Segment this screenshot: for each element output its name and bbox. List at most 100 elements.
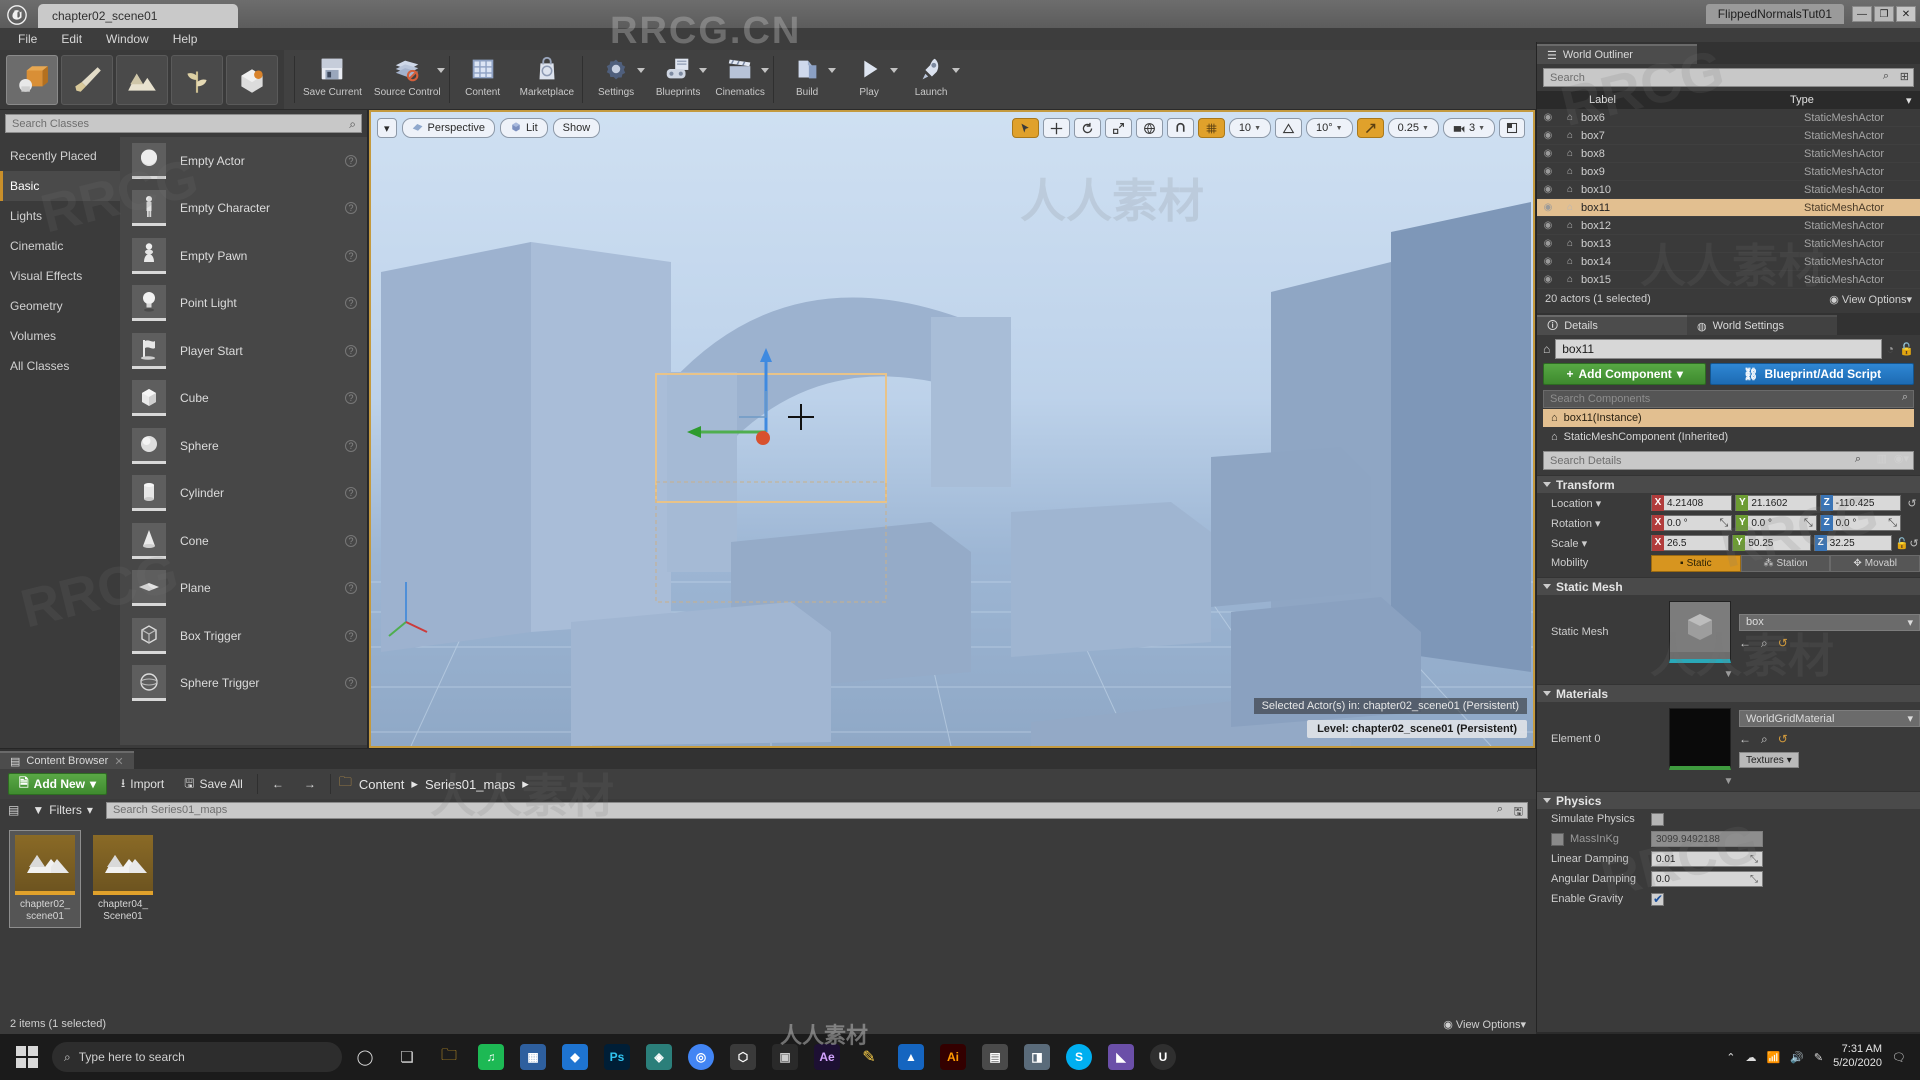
help-icon[interactable]: ?: [345, 154, 357, 167]
add-filter-icon[interactable]: ⊞: [1900, 70, 1909, 83]
section-transform[interactable]: Transform: [1537, 475, 1920, 493]
outliner-view-options[interactable]: ◉ View Options▾: [1829, 293, 1912, 306]
visibility-eye-icon[interactable]: ◉: [1537, 166, 1559, 177]
eye-icon[interactable]: ◉▾: [1894, 452, 1909, 465]
content-search-input[interactable]: Search Series01_maps ⌕ 🖫: [105, 801, 1528, 819]
reset-location-icon[interactable]: ↺: [1904, 497, 1920, 510]
search-components-input[interactable]: Search Components ⌕: [1543, 390, 1914, 408]
spinner-icon[interactable]: ⤡: [1804, 517, 1816, 530]
app-dark-button[interactable]: ▣: [766, 1037, 804, 1077]
browse-asset-icon[interactable]: ⌕: [1761, 636, 1768, 651]
visibility-eye-icon[interactable]: ◉: [1537, 274, 1559, 285]
app-gray-button[interactable]: ▤: [976, 1037, 1014, 1077]
simulate-physics-checkbox[interactable]: [1651, 812, 1664, 826]
list-item[interactable]: Empty Actor ?: [120, 137, 367, 185]
visibility-eye-icon[interactable]: ◉: [1537, 130, 1559, 141]
toolbar-build[interactable]: Build: [776, 50, 838, 109]
static-mesh-expand-icon[interactable]: ▼: [1537, 669, 1920, 680]
app-teal-button[interactable]: ◈: [640, 1037, 678, 1077]
tab-details[interactable]: 🛈 Details: [1537, 315, 1687, 335]
toolbar-source-control[interactable]: Source Control: [368, 50, 447, 109]
chevron-down-icon[interactable]: [952, 68, 961, 73]
scale-x-field[interactable]: X 26.5: [1651, 535, 1730, 551]
breadcrumb-content[interactable]: Content: [359, 777, 405, 792]
visibility-eye-icon[interactable]: ◉: [1537, 202, 1559, 213]
forward-button[interactable]: →: [298, 777, 322, 791]
material-thumbnail[interactable]: [1669, 708, 1731, 770]
file-explorer-button[interactable]: 🗀: [430, 1037, 468, 1077]
outliner-col-label[interactable]: Label: [1589, 94, 1790, 106]
category-visual-effects[interactable]: Visual Effects: [0, 261, 120, 291]
component-row-selected[interactable]: ⌂ box11(Instance): [1543, 409, 1914, 427]
translate-tool-button[interactable]: [1042, 118, 1070, 138]
category-recently-placed[interactable]: Recently Placed: [0, 141, 120, 171]
visibility-eye-icon[interactable]: ◉: [1537, 238, 1559, 249]
material-combo[interactable]: WorldGridMaterial ▾: [1739, 710, 1920, 727]
app-yellow-button[interactable]: ✎: [850, 1037, 888, 1077]
surface-snap-button[interactable]: [1166, 118, 1194, 138]
tray-chevron-icon[interactable]: ⌃: [1726, 1051, 1735, 1064]
content-view-options[interactable]: ◉ View Options▾: [1443, 1018, 1526, 1031]
scale-z-field[interactable]: Z 32.25: [1813, 535, 1892, 551]
help-icon[interactable]: ?: [345, 487, 357, 500]
tab-world-outliner[interactable]: ☰ World Outliner: [1537, 44, 1697, 64]
level-viewport[interactable]: ▾ Perspective Lit Show 10 ▼ 10° ▼ 0.25 ▼…: [369, 110, 1535, 748]
column-view-icon[interactable]: ▥: [1877, 452, 1887, 465]
help-icon[interactable]: ?: [345, 677, 357, 690]
chevron-down-icon[interactable]: [637, 68, 646, 73]
location-label[interactable]: Location ▾: [1551, 497, 1651, 510]
table-row[interactable]: ◉ ⌂ box13 StaticMeshActor: [1537, 235, 1920, 253]
location-x-field[interactable]: X 4.21408: [1651, 495, 1733, 511]
list-item[interactable]: Cylinder ?: [120, 470, 367, 518]
tutorial-tab[interactable]: FlippedNormalsTut01: [1705, 4, 1844, 24]
spotify-button[interactable]: ♫: [472, 1037, 510, 1077]
tab-content-browser[interactable]: ▤ Content Browser ✕: [0, 751, 134, 769]
toolbar-content[interactable]: Content: [452, 50, 514, 109]
viewport-perspective-button[interactable]: Perspective: [401, 118, 496, 138]
spinner-icon[interactable]: ⤡: [1750, 874, 1758, 885]
asset-item-selected[interactable]: chapter02_ scene01: [9, 830, 81, 928]
static-mesh-thumbnail[interactable]: [1669, 601, 1731, 663]
pen-icon[interactable]: ✎: [1814, 1051, 1823, 1064]
actor-name-input[interactable]: box11: [1555, 339, 1882, 359]
start-button[interactable]: [6, 1037, 48, 1077]
use-selected-asset-icon[interactable]: ←: [1739, 636, 1751, 651]
toolbar-blueprints[interactable]: Blueprints: [647, 50, 709, 109]
chevron-down-icon[interactable]: [436, 68, 445, 73]
blueprint-add-script-button[interactable]: ⛓ Blueprint/Add Script: [1710, 363, 1914, 385]
app-purple-button[interactable]: ◣: [1102, 1037, 1140, 1077]
mobility-static-button[interactable]: ▪ Static: [1651, 554, 1741, 572]
cortana-button[interactable]: ◯: [346, 1037, 384, 1077]
geometry-mode-button[interactable]: [226, 54, 278, 105]
list-item[interactable]: Empty Pawn ?: [120, 232, 367, 280]
visibility-eye-icon[interactable]: ◉: [1537, 112, 1559, 123]
camera-speed-control[interactable]: 3 ▼: [1442, 118, 1495, 138]
browse-asset-icon[interactable]: ⌕: [1761, 732, 1768, 747]
close-icon[interactable]: ✕: [114, 755, 123, 768]
table-row[interactable]: ◉ ⌂ box7 StaticMeshActor: [1537, 127, 1920, 145]
grid-snap-toggle[interactable]: [1197, 118, 1225, 138]
chevron-down-icon[interactable]: [699, 68, 708, 73]
table-row[interactable]: ◉ ⌂ box9 StaticMeshActor: [1537, 163, 1920, 181]
list-item[interactable]: Plane ?: [120, 565, 367, 613]
chevron-down-icon[interactable]: [761, 68, 770, 73]
scale-tool-button[interactable]: [1104, 118, 1132, 138]
materials-expand-icon[interactable]: ▼: [1537, 776, 1920, 787]
toolbar-launch[interactable]: Launch: [900, 50, 962, 109]
search-details-input[interactable]: Search Details ⌕ ▥ ◉▾: [1543, 451, 1914, 470]
linear-damping-field[interactable]: 0.01 ⤡: [1651, 851, 1763, 867]
toolbar-cinematics[interactable]: Cinematics: [709, 50, 771, 109]
filters-button[interactable]: ▼ Filters ▾: [26, 803, 99, 817]
dropbox-button[interactable]: ◆: [556, 1037, 594, 1077]
landscape-mode-button[interactable]: [116, 54, 168, 105]
tab-world-settings[interactable]: ◍ World Settings: [1687, 315, 1837, 335]
help-icon[interactable]: ?: [345, 297, 357, 310]
taskbar-clock[interactable]: 7:31 AM 5/20/2020: [1833, 1043, 1882, 1071]
asset-item[interactable]: chapter04_ Scene01: [88, 831, 158, 927]
outliner-col-type[interactable]: Type: [1790, 94, 1906, 106]
chevron-down-icon[interactable]: ▾: [1906, 94, 1920, 107]
rotation-z-field[interactable]: Z 0.0 ° ⤡: [1819, 515, 1901, 531]
taskbar-search-input[interactable]: ⌕ Type here to search: [52, 1042, 342, 1072]
menu-edit[interactable]: Edit: [49, 30, 94, 48]
table-row[interactable]: ◉ ⌂ box14 StaticMeshActor: [1537, 253, 1920, 271]
